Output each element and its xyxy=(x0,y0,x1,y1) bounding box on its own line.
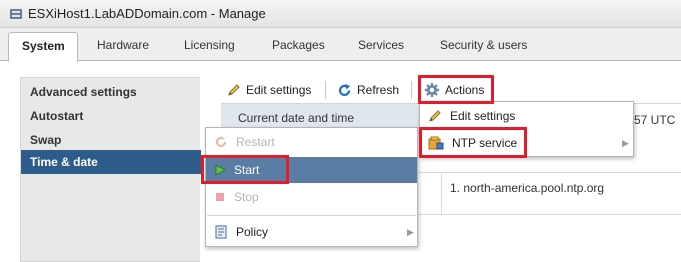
refresh-button[interactable]: Refresh xyxy=(337,80,399,100)
policy-icon xyxy=(215,225,227,239)
tab-licensing[interactable]: Licensing xyxy=(184,38,235,52)
menu-item-start[interactable]: Start xyxy=(206,157,417,183)
ntp-service-icon xyxy=(428,136,444,150)
restart-icon xyxy=(216,136,226,147)
menu-item-edit-settings[interactable]: Edit settings xyxy=(420,103,633,129)
menu-item-restart[interactable]: Restart xyxy=(206,129,417,155)
window-title: ESXiHost1.LabADDomain.com - Manage xyxy=(28,6,266,21)
submenu-arrow-icon: ▶ xyxy=(622,138,629,148)
pencil-icon xyxy=(429,110,441,122)
tab-bar: System Hardware Licensing Packages Servi… xyxy=(0,28,681,62)
ntp-server-value: 1. north-america.pool.ntp.org xyxy=(450,181,605,195)
actions-menu: Edit settings NTP service ▶ xyxy=(419,101,634,157)
sidebar-item-time-date[interactable]: Time & date xyxy=(21,150,201,174)
menu-item-stop[interactable]: Stop xyxy=(206,184,417,210)
tab-packages[interactable]: Packages xyxy=(272,38,325,52)
ntp-service-submenu: Restart Start Stop Policy ▶ xyxy=(205,127,418,247)
edit-settings-button[interactable]: Edit settings xyxy=(227,80,311,100)
stop-icon xyxy=(216,193,224,201)
menu-item-ntp-service-label: NTP service xyxy=(452,136,518,150)
refresh-icon xyxy=(338,83,351,96)
menu-item-edit-settings-label: Edit settings xyxy=(450,109,516,123)
toolbar-divider xyxy=(325,81,326,99)
pencil-icon xyxy=(228,84,240,96)
host-icon xyxy=(10,9,22,19)
menu-item-restart-label: Restart xyxy=(236,135,275,149)
tab-security-users[interactable]: Security & users xyxy=(440,38,527,52)
refresh-label: Refresh xyxy=(357,83,400,97)
play-icon xyxy=(215,164,226,176)
sidebar-item-swap[interactable]: Swap xyxy=(21,128,201,152)
menu-item-policy-label: Policy xyxy=(236,225,269,239)
current-time-value: 57 UTC xyxy=(634,113,676,127)
sidebar-item-advanced-settings[interactable]: Advanced settings xyxy=(21,80,201,104)
table-column-divider xyxy=(441,172,442,214)
menu-divider xyxy=(207,215,416,216)
window-titlebar: ESXiHost1.LabADDomain.com - Manage xyxy=(0,0,681,28)
actions-button[interactable]: Actions xyxy=(424,80,484,100)
menu-item-ntp-service[interactable]: NTP service xyxy=(420,130,633,156)
gear-icon xyxy=(425,83,439,97)
toolbar-divider xyxy=(411,81,412,99)
actions-label: Actions xyxy=(445,83,485,97)
tab-services[interactable]: Services xyxy=(358,38,404,52)
submenu-arrow-icon: ▶ xyxy=(407,227,414,237)
tab-system[interactable]: System xyxy=(8,32,78,62)
sidebar-item-autostart[interactable]: Autostart xyxy=(21,104,201,128)
tab-hardware[interactable]: Hardware xyxy=(97,38,149,52)
menu-item-stop-label: Stop xyxy=(234,190,259,204)
edit-settings-label: Edit settings xyxy=(246,83,312,97)
sidebar: Advanced settings Autostart Swap Time & … xyxy=(20,77,201,262)
menu-item-start-label: Start xyxy=(234,163,260,177)
menu-item-policy[interactable]: Policy xyxy=(206,219,417,245)
